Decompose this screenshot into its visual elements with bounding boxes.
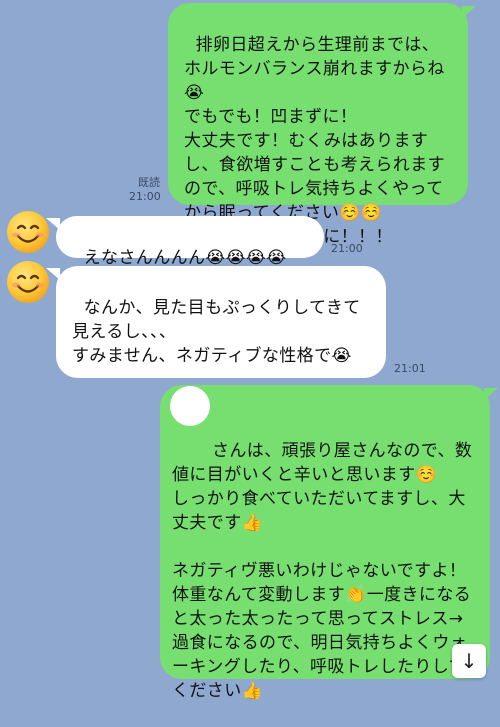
message-timestamp: 21:00 <box>129 190 161 203</box>
avatar[interactable] <box>6 260 50 304</box>
bubble-tail <box>462 6 476 18</box>
outgoing-message[interactable]: さんは、頑張り屋さんなので、数値に目がいくと辛いと思います☺️ しっかり食べてい… <box>160 385 490 701</box>
message-timestamp: 21:00 <box>331 242 363 255</box>
message-text: えなさんんんん😭😭😭😭 <box>83 248 287 268</box>
incoming-message[interactable]: えなさんんんん😭😭😭😭 <box>56 216 324 268</box>
redacted-name <box>170 386 210 426</box>
smiling-face-icon <box>7 261 49 303</box>
message-text: さんは、頑張り屋さんなので、数値に目がいくと辛いと思います☺️ しっかり食べてい… <box>172 441 473 701</box>
smiling-face-icon <box>7 211 49 253</box>
message-timestamp: 21:01 <box>394 362 426 375</box>
incoming-message[interactable]: なんか、見た目もぷっくりしてきて見えるし、、、 すみません、ネガティブな性格で😭 <box>56 266 386 378</box>
outgoing-message[interactable]: 排卵日超えから生理前までは、ホルモンバランス崩れますからね😭 でもでも！凹まずに… <box>168 3 468 247</box>
scroll-to-bottom-button[interactable]: ↓ <box>452 644 486 678</box>
avatar[interactable] <box>6 210 50 254</box>
read-receipt: 既読 <box>138 176 160 189</box>
arrow-down-icon: ↓ <box>460 649 478 673</box>
bubble-tail <box>484 388 498 400</box>
message-text: なんか、見た目もぷっくりしてきて見えるし、、、 すみません、ネガティブな性格で😭 <box>72 298 361 366</box>
